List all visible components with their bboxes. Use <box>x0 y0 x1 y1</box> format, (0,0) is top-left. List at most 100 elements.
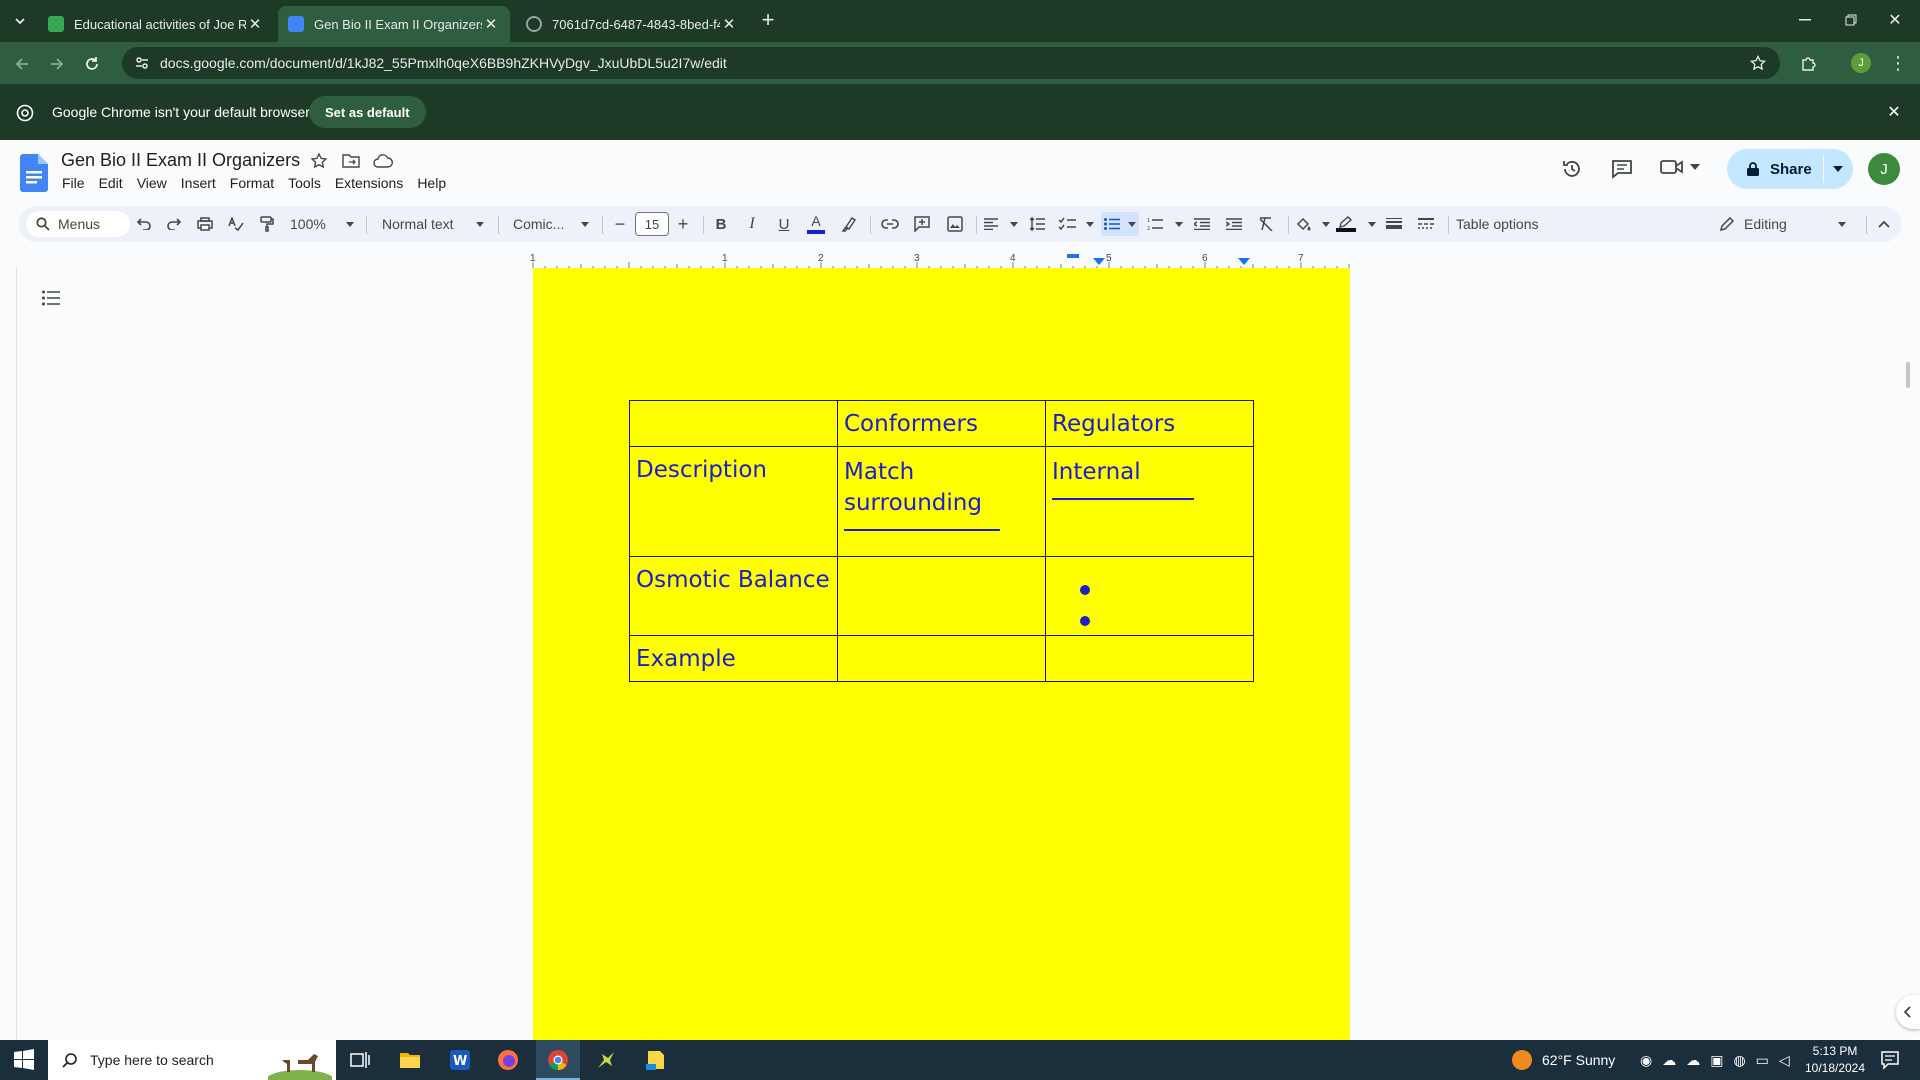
taskbar-search-box[interactable]: Type here to search <box>48 1040 336 1080</box>
table-cell[interactable] <box>1045 635 1254 682</box>
table-row-header-cell[interactable]: Osmotic Balance <box>629 556 838 636</box>
border-width-button[interactable] <box>1383 212 1405 236</box>
cloud-status-icon[interactable] <box>373 154 393 168</box>
left-indent-marker[interactable] <box>1093 258 1105 265</box>
security-icon[interactable]: ▣ <box>1710 1052 1723 1069</box>
minimize-button[interactable] <box>1790 10 1820 30</box>
document-outline-icon[interactable] <box>42 290 60 306</box>
site-info-icon[interactable] <box>134 55 150 71</box>
menu-edit[interactable]: Edit <box>92 175 130 191</box>
account-avatar[interactable]: J <box>1868 153 1900 185</box>
word-icon[interactable]: W <box>448 1048 472 1072</box>
close-tab-icon[interactable]: ✕ <box>246 15 264 33</box>
editing-mode-select[interactable]: Editing <box>1708 212 1858 236</box>
share-button[interactable]: Share <box>1727 149 1853 189</box>
clear-formatting-button[interactable] <box>1255 212 1277 236</box>
app-launcher-icon[interactable] <box>594 1048 618 1072</box>
task-view-icon[interactable] <box>348 1048 372 1072</box>
text-color-button[interactable]: A <box>805 212 827 236</box>
cell-background-select[interactable] <box>1296 212 1330 236</box>
weather-text[interactable]: 62°F Sunny <box>1542 1052 1615 1068</box>
comments-icon[interactable] <box>1611 159 1633 179</box>
border-dash-button[interactable] <box>1415 212 1437 236</box>
display-icon[interactable]: ▭ <box>1756 1052 1769 1069</box>
increase-font-size-button[interactable]: + <box>673 212 693 236</box>
first-line-indent-marker[interactable] <box>1067 254 1079 259</box>
menu-insert[interactable]: Insert <box>174 175 223 191</box>
vertical-scrollbar-thumb[interactable] <box>1906 362 1910 388</box>
move-folder-icon[interactable] <box>342 153 360 169</box>
paragraph-style-select[interactable]: Normal text <box>382 212 484 236</box>
reload-button[interactable] <box>80 52 104 76</box>
tab-gen-bio-organizers[interactable]: Gen Bio II Exam II Organizers - ( ✕ <box>278 6 510 42</box>
windows-start-icon[interactable] <box>12 1048 36 1072</box>
menu-extensions[interactable]: Extensions <box>328 175 410 191</box>
spelling-button[interactable] <box>225 212 247 236</box>
decrease-indent-button[interactable] <box>1191 212 1213 236</box>
back-button[interactable] <box>10 52 34 76</box>
table-row-header-cell[interactable]: Description <box>629 446 838 557</box>
hide-menus-button[interactable] <box>1874 212 1894 236</box>
chrome-menu-button[interactable]: ⋮ <box>1888 52 1908 74</box>
forward-button[interactable] <box>45 52 69 76</box>
share-options-caret-icon[interactable] <box>1833 166 1843 172</box>
add-comment-button[interactable] <box>911 212 933 236</box>
version-history-icon[interactable] <box>1561 158 1583 180</box>
menu-tools[interactable]: Tools <box>281 175 328 191</box>
clock[interactable]: 5:13 PM 10/18/2024 <box>1800 1043 1870 1077</box>
menu-help[interactable]: Help <box>410 175 453 191</box>
bulleted-list-select[interactable] <box>1101 212 1139 236</box>
tab-search-button[interactable] <box>8 9 32 33</box>
italic-button[interactable]: I <box>741 212 763 236</box>
document-title[interactable]: Gen Bio II Exam II Organizers <box>61 150 300 171</box>
close-infobar-button[interactable]: ✕ <box>1884 102 1904 122</box>
network-cloud-icon[interactable]: ☁ <box>1686 1052 1700 1069</box>
right-indent-marker[interactable] <box>1238 258 1250 265</box>
decrease-font-size-button[interactable]: − <box>610 212 630 236</box>
numbered-list-select[interactable]: 12 <box>1147 212 1183 236</box>
bold-button[interactable]: B <box>710 212 732 236</box>
redo-button[interactable] <box>163 212 185 236</box>
sync-icon[interactable]: ◍ <box>1733 1052 1745 1069</box>
chrome-taskbar-button[interactable] <box>536 1040 580 1080</box>
sticky-notes-icon[interactable] <box>644 1048 668 1072</box>
table-cell[interactable]: Internal <box>1045 446 1254 557</box>
menu-format[interactable]: Format <box>223 175 281 191</box>
organizer-table[interactable]: Conformers Regulators Description Match … <box>629 400 1254 682</box>
restore-button[interactable] <box>1836 10 1866 30</box>
font-select[interactable]: Comic... <box>513 212 589 236</box>
notifications-icon[interactable] <box>1880 1050 1900 1070</box>
weather-sun-icon[interactable] <box>1512 1050 1532 1070</box>
docs-logo-icon[interactable] <box>20 154 48 192</box>
table-row-header-cell[interactable]: Example <box>629 635 838 682</box>
checklist-select[interactable] <box>1058 212 1094 236</box>
tab-educational-activities[interactable]: Educational activities of Joe Rid ✕ <box>38 6 274 42</box>
paint-format-button[interactable] <box>256 212 278 236</box>
font-size-input[interactable]: 15 <box>635 212 669 236</box>
zoom-select[interactable]: 100% <box>290 212 354 236</box>
location-icon[interactable]: ◉ <box>1640 1052 1652 1069</box>
meet-button[interactable] <box>1660 158 1700 176</box>
profile-avatar[interactable]: J <box>1851 53 1871 73</box>
align-select[interactable] <box>984 212 1018 236</box>
print-button[interactable] <box>194 212 216 236</box>
undo-button[interactable] <box>133 212 155 236</box>
table-header-cell[interactable]: Regulators <box>1045 400 1254 447</box>
firefox-icon[interactable] <box>496 1048 520 1072</box>
line-spacing-button[interactable] <box>1026 212 1048 236</box>
increase-indent-button[interactable] <box>1223 212 1245 236</box>
new-tab-button[interactable]: + <box>756 8 780 32</box>
file-explorer-icon[interactable] <box>398 1048 422 1072</box>
address-bar[interactable]: docs.google.com/document/d/1kJ82_55Pmxlh… <box>122 47 1780 79</box>
close-tab-icon[interactable]: ✕ <box>482 15 500 33</box>
table-header-cell[interactable]: Conformers <box>837 400 1046 447</box>
close-tab-icon[interactable]: ✕ <box>720 15 738 33</box>
underline-button[interactable]: U <box>773 212 795 236</box>
extensions-button[interactable] <box>1796 52 1820 76</box>
insert-image-button[interactable] <box>944 212 966 236</box>
border-color-select[interactable] <box>1336 212 1376 236</box>
search-menus-input[interactable]: Menus <box>26 211 130 237</box>
insert-link-button[interactable] <box>879 212 901 236</box>
close-window-button[interactable]: ✕ <box>1880 10 1910 30</box>
table-cell[interactable] <box>837 635 1046 682</box>
